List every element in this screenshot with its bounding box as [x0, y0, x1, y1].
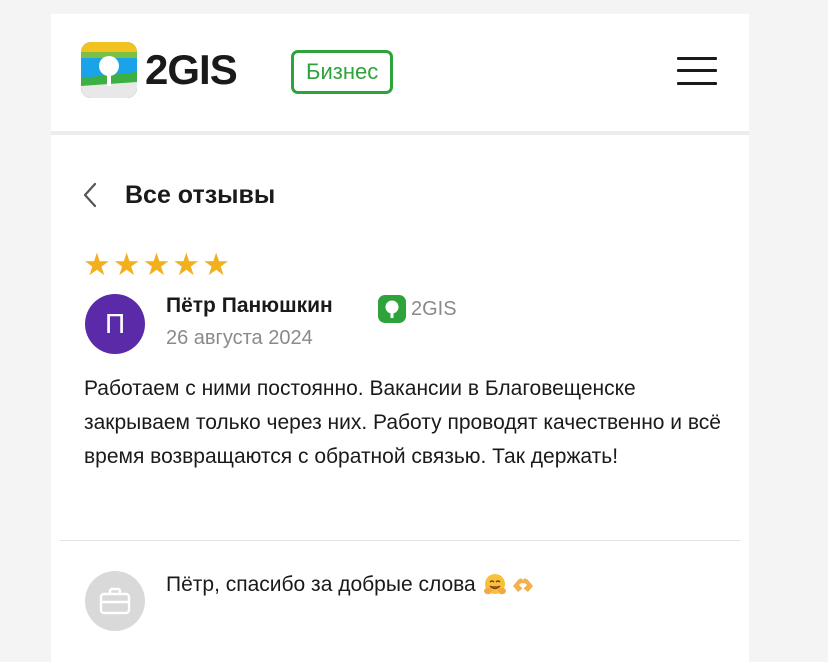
business-avatar: [85, 571, 145, 631]
rating-stars: ★ ★ ★ ★ ★: [83, 248, 230, 282]
chevron-left-icon[interactable]: [81, 181, 101, 209]
star-icon: ★: [172, 247, 201, 283]
star-icon: ★: [83, 247, 111, 283]
heart-hands-emoji: [512, 578, 533, 592]
back-to-all-reviews[interactable]: Все отзывы: [81, 176, 275, 214]
review-date: 26 августа 2024: [166, 327, 313, 349]
2gis-pin-icon: [378, 295, 406, 323]
page-title: Все отзывы: [125, 180, 276, 209]
reviews-card: 2GIS Бизнес Все отзывы ★ ★ ★ ★ ★ П Пётр …: [51, 14, 749, 662]
logo[interactable]: 2GIS: [81, 42, 238, 98]
source-label: 2GIS: [411, 297, 457, 320]
briefcase-icon: [99, 587, 131, 615]
header-divider: [51, 131, 749, 135]
star-icon: ★: [202, 247, 230, 283]
author-name[interactable]: Пётр Панюшкин: [166, 294, 333, 318]
star-icon: ★: [112, 247, 141, 283]
business-badge[interactable]: Бизнес: [291, 50, 394, 94]
reply-divider: [60, 540, 740, 541]
author-avatar[interactable]: П: [85, 294, 145, 354]
2gis-logo-icon: [81, 42, 137, 98]
app-header: 2GIS Бизнес: [51, 14, 749, 132]
star-icon: ★: [142, 247, 171, 283]
review-source-badge: 2GIS: [377, 294, 457, 324]
business-reply: Пётр, спасибо за добрые слова: [166, 572, 536, 598]
logo-text: 2GIS: [145, 46, 238, 93]
reply-text: Пётр, спасибо за добрые слова: [166, 573, 476, 596]
hugging-face-emoji: [483, 574, 506, 595]
review-text: Работаем с ними постоянно. Вакансии в Бл…: [84, 377, 721, 468]
hamburger-menu-icon[interactable]: [675, 54, 719, 88]
